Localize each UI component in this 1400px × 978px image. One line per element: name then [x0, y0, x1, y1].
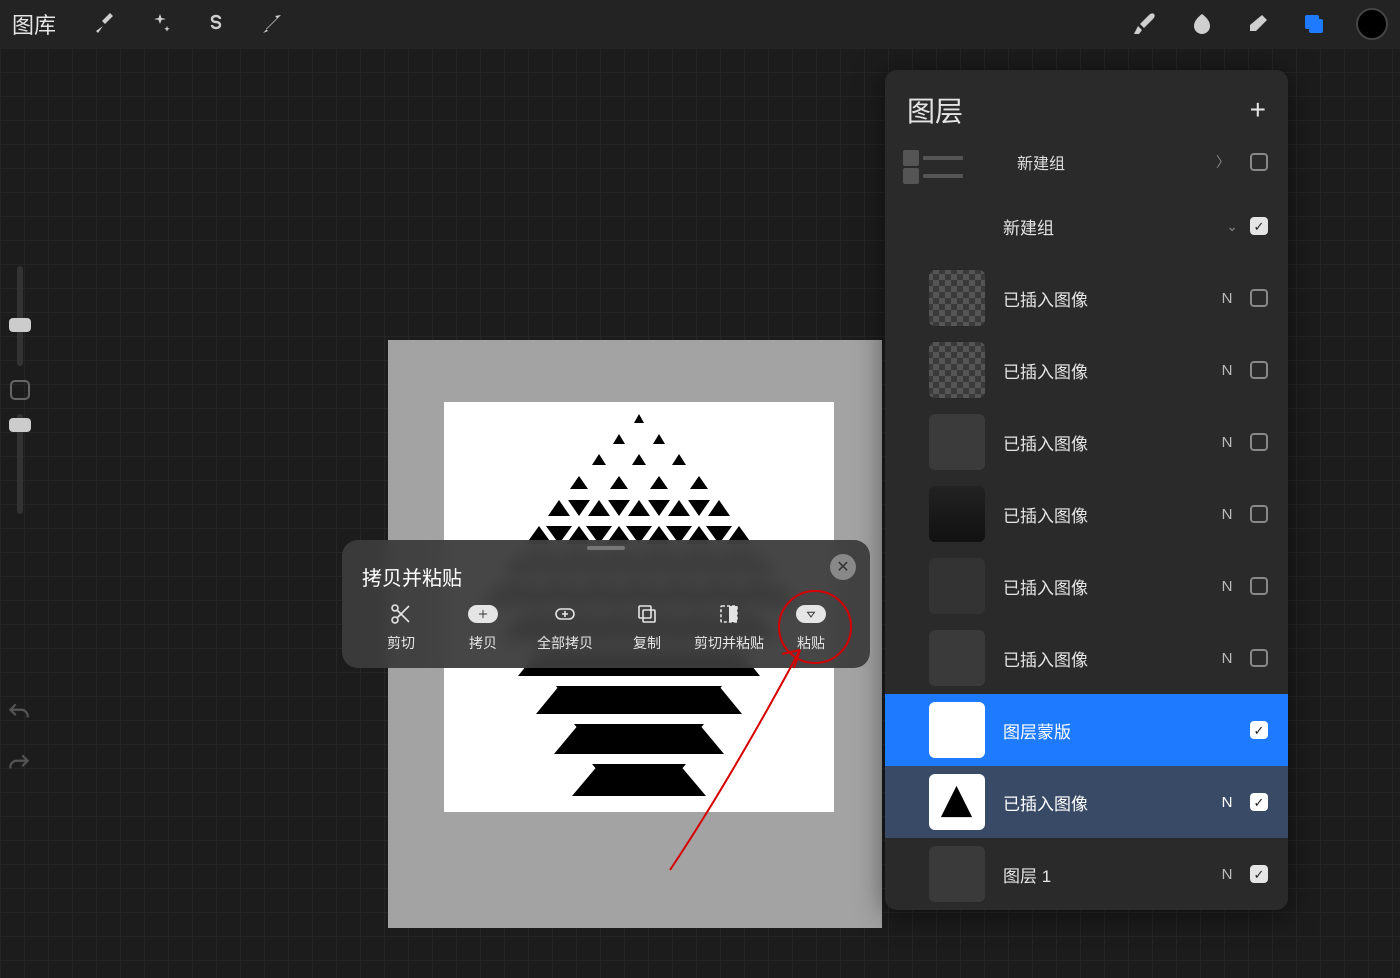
chevron-right-icon[interactable]: 〉 [1216, 152, 1230, 172]
layer-thumbnail [929, 774, 985, 830]
duplicate-button[interactable]: 复制 [606, 601, 688, 653]
copy-paste-popover: ✕ 拷贝并粘贴 剪切 拷贝 全部拷贝 复制 剪切并粘贴 粘贴 [342, 540, 870, 668]
layer-thumbnail [929, 414, 985, 470]
blend-mode[interactable]: N [1214, 578, 1240, 595]
adjust-sparkle-icon[interactable] [140, 4, 180, 44]
eraser-icon[interactable] [1238, 4, 1278, 44]
layer-row[interactable]: 已插入图像 N [885, 262, 1288, 334]
add-layer-button[interactable]: + [1250, 96, 1266, 124]
brush-size-slider[interactable] [17, 266, 23, 366]
visibility-checkbox[interactable] [1250, 361, 1268, 379]
layer-row[interactable]: 已插入图像 N [885, 406, 1288, 478]
layer-label: 已插入图像 [1003, 574, 1210, 599]
layer-label: 图层蒙版 [1003, 718, 1210, 743]
scissors-icon [389, 601, 413, 627]
visibility-checkbox[interactable] [1250, 649, 1268, 667]
undo-icon[interactable] [6, 700, 32, 731]
layers-icon[interactable] [1294, 4, 1334, 44]
transform-arrow-icon[interactable] [252, 4, 292, 44]
group-label: 新建组 [1017, 150, 1065, 174]
blend-mode[interactable]: N [1214, 866, 1240, 883]
plus-pill-icon [468, 601, 498, 627]
layer-thumbnail [929, 270, 985, 326]
paste-button[interactable]: 粘贴 [770, 601, 852, 653]
visibility-checkbox[interactable] [1250, 433, 1268, 451]
close-icon[interactable]: ✕ [830, 554, 856, 580]
visibility-checkbox[interactable] [1250, 865, 1268, 883]
gallery-button[interactable]: 图库 [12, 8, 56, 40]
blend-mode[interactable]: N [1214, 794, 1240, 811]
copy-button[interactable]: 拷贝 [442, 601, 524, 653]
cut-and-paste-button[interactable]: 剪切并粘贴 [688, 601, 770, 653]
layer-row[interactable]: 已插入图像 N [885, 478, 1288, 550]
layer-thumbnail [929, 342, 985, 398]
paste-pill-icon [796, 601, 826, 627]
drag-handle[interactable] [587, 546, 625, 550]
visibility-checkbox[interactable] [1250, 217, 1268, 235]
visibility-checkbox[interactable] [1250, 289, 1268, 307]
layer-group-expanded[interactable]: 新建组 ⌄ [885, 190, 1288, 262]
top-toolbar: 图库 [0, 0, 1400, 48]
slider-mod-button[interactable] [10, 380, 30, 400]
layer-thumbnail [929, 486, 985, 542]
cut-paste-icon [717, 601, 741, 627]
layers-title: 图层 [907, 90, 963, 130]
layer-thumbnail [929, 630, 985, 686]
blend-mode[interactable]: N [1214, 362, 1240, 379]
plus-pill-outline-icon [553, 601, 577, 627]
layer-list: 新建组 〉 新建组 ⌄ 已插入图像 N 已插入图像 N [885, 144, 1288, 910]
color-picker[interactable] [1356, 8, 1388, 40]
side-sliders [0, 260, 40, 520]
layer-label: 已插入图像 [1003, 358, 1210, 383]
copy-all-button[interactable]: 全部拷贝 [524, 601, 606, 653]
layer-row[interactable]: 已插入图像 N [885, 622, 1288, 694]
cut-button[interactable]: 剪切 [360, 601, 442, 653]
layer-row[interactable]: 已插入图像 N [885, 334, 1288, 406]
layer-label: 已插入图像 [1003, 430, 1210, 455]
visibility-checkbox[interactable] [1250, 153, 1268, 171]
layer-label: 图层 1 [1003, 862, 1210, 887]
blend-mode[interactable]: N [1214, 290, 1240, 307]
layer-label: 已插入图像 [1003, 790, 1210, 815]
blend-mode[interactable]: N [1214, 434, 1240, 451]
visibility-checkbox[interactable] [1250, 577, 1268, 595]
layer-row[interactable]: 已插入图像 N [885, 550, 1288, 622]
layer-thumbnail [929, 558, 985, 614]
layer-thumbnail [929, 702, 985, 758]
layer-group-collapsed[interactable]: 新建组 〉 [885, 144, 1288, 190]
group-label: 新建组 [1003, 214, 1226, 239]
brush-opacity-slider[interactable] [17, 414, 23, 514]
undo-redo [6, 700, 32, 782]
layers-panel: 图层 + 新建组 〉 新建组 ⌄ 已插入图像 N [885, 70, 1288, 910]
blend-mode[interactable]: N [1214, 506, 1240, 523]
visibility-checkbox[interactable] [1250, 721, 1268, 739]
layer-label: 已插入图像 [1003, 502, 1210, 527]
brush-icon[interactable] [1126, 4, 1166, 44]
visibility-checkbox[interactable] [1250, 793, 1268, 811]
popover-title: 拷贝并粘贴 [362, 562, 852, 591]
toolbar-right [1118, 4, 1388, 44]
blend-mode[interactable]: N [1214, 650, 1240, 667]
layer-label: 已插入图像 [1003, 646, 1210, 671]
chevron-down-icon[interactable]: ⌄ [1226, 218, 1238, 235]
duplicate-icon [635, 601, 659, 627]
layer-thumbnail [929, 846, 985, 902]
settings-wrench-icon[interactable] [84, 4, 124, 44]
redo-icon[interactable] [6, 751, 32, 782]
layer-row[interactable]: 图层 1 N [885, 838, 1288, 910]
layer-label: 已插入图像 [1003, 286, 1210, 311]
layer-row-mask-selected[interactable]: 图层蒙版 [885, 694, 1288, 766]
visibility-checkbox[interactable] [1250, 505, 1268, 523]
layer-row-selected[interactable]: 已插入图像 N [885, 766, 1288, 838]
smudge-icon[interactable] [1182, 4, 1222, 44]
selection-s-icon[interactable] [196, 4, 236, 44]
